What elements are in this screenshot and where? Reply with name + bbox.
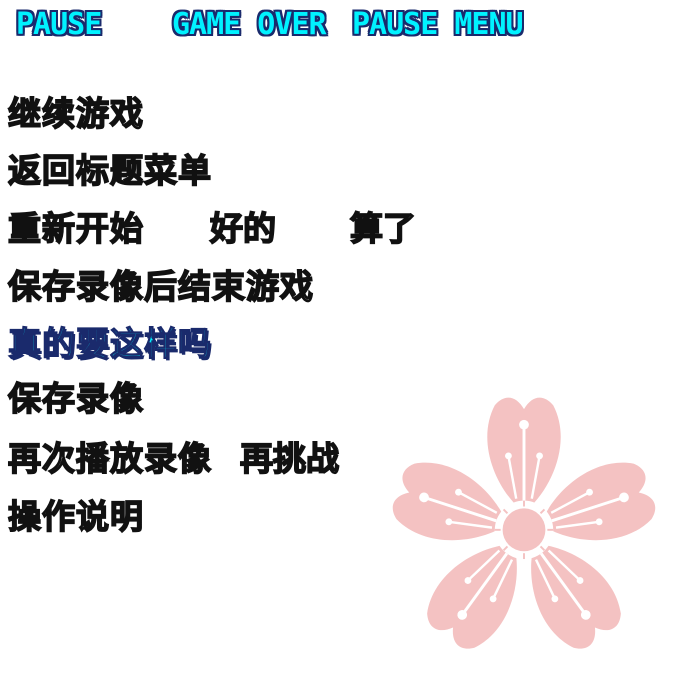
return-title-button[interactable]: 返回标题菜单 [7,153,212,188]
confirm-cancel-button[interactable]: 算了 [349,211,417,246]
pause-title: PAUSE [16,7,102,42]
game-over-title: GAME OVER [172,7,327,42]
sakura-flower-icon [385,396,663,660]
pause-menu-title: PAUSE MENU [352,7,524,42]
replay-again-button[interactable]: 再次播放录像 [7,441,212,476]
continue-game-button[interactable]: 继续游戏 [7,96,144,131]
retry-button[interactable]: 再挑战 [239,441,340,476]
really-prompt: 真的要这样吗 [7,324,212,363]
controls-button[interactable]: 操作说明 [7,499,144,534]
save-replay-quit-button[interactable]: 保存录像后结束游戏 [7,269,314,304]
confirm-ok-button[interactable]: 好的 [209,211,277,246]
save-replay-button[interactable]: 保存录像 [7,381,144,416]
restart-button[interactable]: 重新开始 [7,211,144,246]
